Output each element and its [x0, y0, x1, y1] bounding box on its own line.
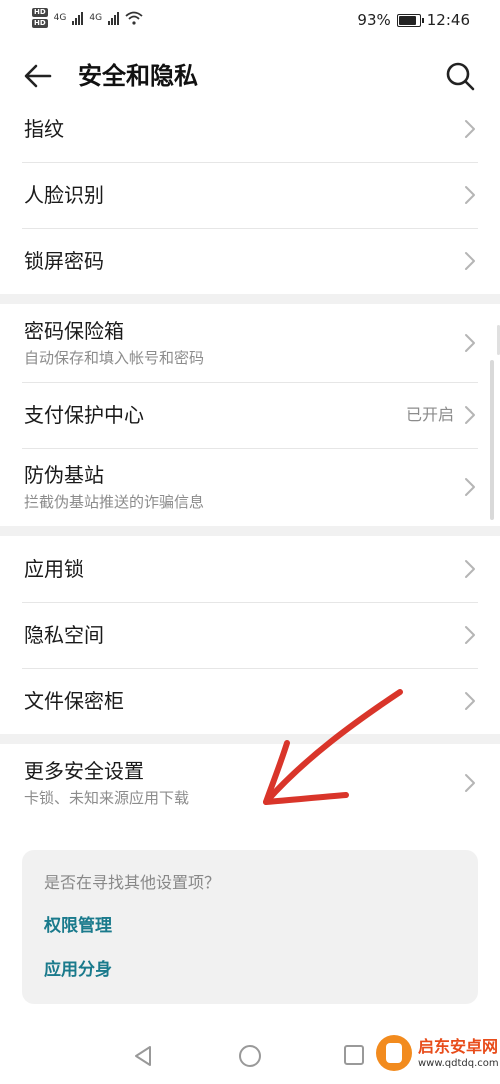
row-title: 指纹 — [24, 117, 64, 141]
chevron-right-icon — [465, 186, 475, 204]
settings-row[interactable]: 文件保密柜 — [0, 668, 500, 734]
status-bar: HD HD 4G 4G 93% 12:46 — [0, 0, 500, 44]
battery-icon — [396, 13, 424, 27]
row-title: 锁屏密码 — [24, 249, 104, 273]
row-title: 文件保密柜 — [24, 689, 124, 713]
battery-percent: 93% — [357, 11, 391, 29]
group-separator — [0, 526, 500, 536]
search-icon[interactable] — [442, 58, 478, 94]
chevron-right-icon — [465, 478, 475, 496]
chevron-right-icon — [465, 560, 475, 578]
row-title: 防伪基站 — [24, 463, 104, 487]
wifi-icon — [125, 11, 143, 25]
status-right: 93% 12:46 — [357, 11, 470, 29]
row-title: 应用锁 — [24, 557, 84, 581]
clock: 12:46 — [426, 11, 470, 29]
row-title: 密码保险箱 — [24, 319, 124, 343]
settings-row[interactable]: 更多安全设置卡锁、未知来源应用下载 — [0, 744, 500, 822]
settings-group: 更多安全设置卡锁、未知来源应用下载 — [0, 744, 500, 822]
settings-group: 指纹人脸识别锁屏密码 — [0, 96, 500, 294]
group-separator — [0, 734, 500, 744]
chevron-right-icon — [465, 692, 475, 710]
suggestion-card: 是否在寻找其他设置项？ 权限管理 应用分身 — [22, 850, 478, 1004]
settings-row[interactable]: 防伪基站拦截伪基站推送的诈骗信息 — [0, 448, 500, 526]
nav-back-icon[interactable] — [132, 1044, 154, 1068]
network-type-2: 4G — [89, 13, 103, 23]
link-permission-management[interactable]: 权限管理 — [44, 914, 456, 938]
chevron-right-icon — [465, 774, 475, 792]
settings-row[interactable]: 人脸识别 — [0, 162, 500, 228]
chevron-right-icon — [465, 406, 475, 424]
row-subtitle: 自动保存和填入帐号和密码 — [24, 349, 205, 367]
network-type-1: 4G — [53, 13, 67, 23]
status-left: HD HD 4G 4G — [32, 8, 143, 28]
settings-row[interactable]: 隐私空间 — [0, 602, 500, 668]
row-status: 已开启 — [405, 405, 454, 424]
settings-group: 应用锁隐私空间文件保密柜 — [0, 536, 500, 734]
settings-row[interactable]: 支付保护中心 已开启 — [0, 382, 500, 448]
page-title: 安全和隐私 — [78, 62, 198, 90]
scrollbar[interactable] — [490, 360, 494, 520]
suggestion-title: 是否在寻找其他设置项？ — [44, 873, 221, 892]
settings-list: 指纹人脸识别锁屏密码密码保险箱自动保存和填入帐号和密码支付保护中心 已开启防伪基站… — [0, 96, 500, 822]
row-title: 更多安全设置 — [24, 759, 144, 783]
settings-row[interactable]: 锁屏密码 — [0, 228, 500, 294]
settings-row[interactable]: 应用锁 — [0, 536, 500, 602]
row-title: 人脸识别 — [24, 183, 104, 207]
settings-row[interactable]: 指纹 — [0, 96, 500, 162]
nav-recent-icon[interactable] — [344, 1045, 364, 1065]
settings-row[interactable]: 密码保险箱自动保存和填入帐号和密码 — [0, 304, 500, 382]
row-subtitle: 拦截伪基站推送的诈骗信息 — [24, 493, 205, 511]
signal-icon-2 — [108, 11, 120, 25]
arrow-left-icon[interactable] — [20, 58, 56, 94]
hd-badge-2: HD — [32, 19, 48, 28]
chevron-right-icon — [465, 334, 475, 352]
nav-home-icon[interactable] — [239, 1045, 261, 1067]
row-title: 支付保护中心 — [24, 403, 144, 427]
settings-group: 密码保险箱自动保存和填入帐号和密码支付保护中心 已开启防伪基站拦截伪基站推送的诈骗… — [0, 304, 500, 526]
row-title: 隐私空间 — [24, 623, 104, 647]
link-app-twin[interactable]: 应用分身 — [44, 958, 456, 982]
watermark: 启东安卓网 www.qdtdq.com — [370, 1022, 500, 1084]
signal-icon — [72, 11, 84, 25]
watermark-url: www.qdtdq.com — [418, 1057, 499, 1069]
watermark-logo-icon — [376, 1035, 412, 1071]
row-subtitle: 卡锁、未知来源应用下载 — [24, 789, 190, 807]
chevron-right-icon — [465, 252, 475, 270]
watermark-name: 启东安卓网 — [418, 1036, 499, 1056]
group-separator — [0, 294, 500, 304]
hd-badge-1: HD — [32, 8, 48, 17]
chevron-right-icon — [465, 120, 475, 138]
chevron-right-icon — [465, 626, 475, 644]
